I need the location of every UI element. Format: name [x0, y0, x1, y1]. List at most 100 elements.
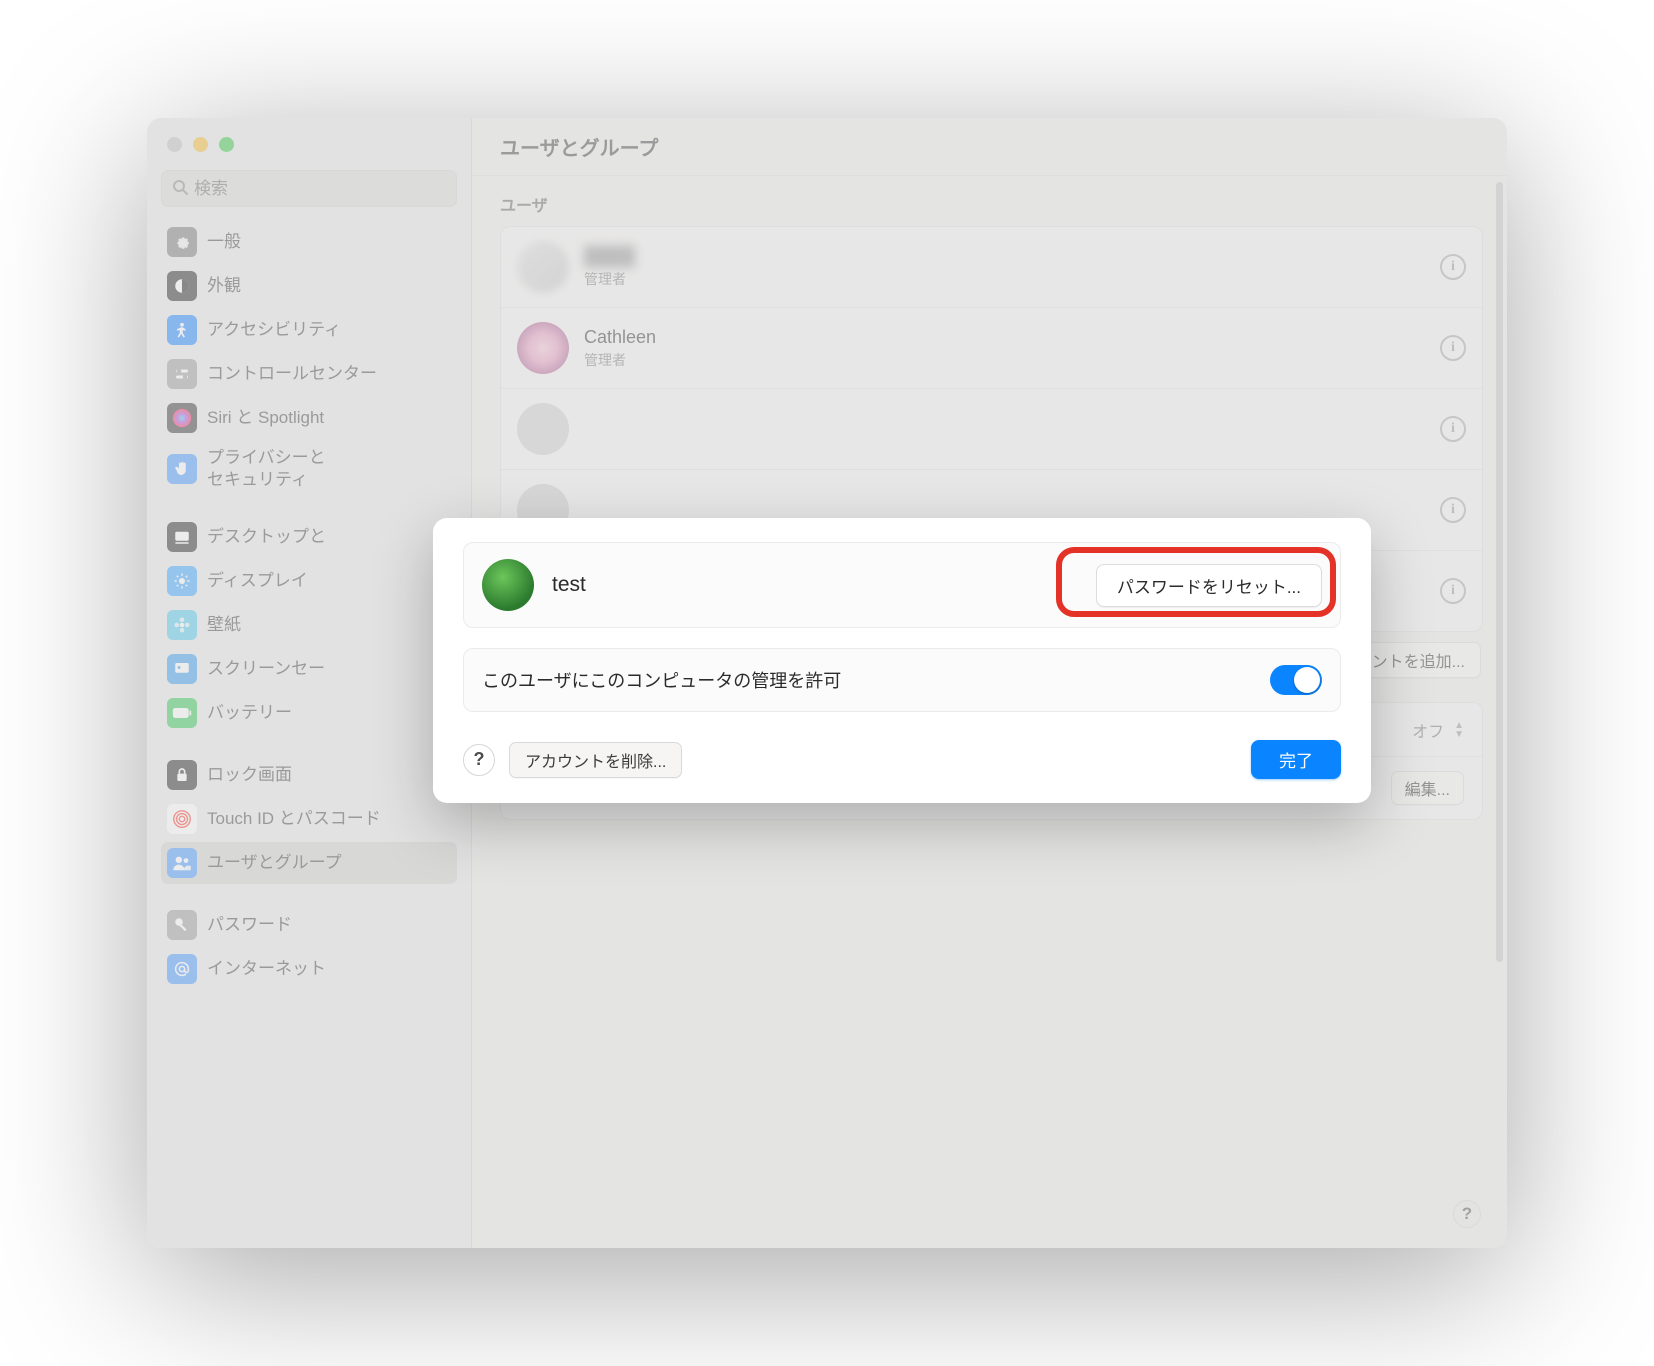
avatar	[517, 322, 569, 374]
user-row[interactable]: i	[501, 389, 1482, 470]
user-meta: ████管理者	[584, 246, 1440, 289]
allow-admin-label: このユーザにこのコンピュータの管理を許可	[482, 667, 841, 693]
sidebar-item-key[interactable]: パスワード	[161, 904, 457, 946]
edit-button[interactable]: 編集...	[1391, 771, 1464, 805]
user-meta	[584, 428, 1440, 430]
modal-user-name: test	[552, 573, 1096, 597]
sidebar-item-label: プライバシーとセキュリティ	[207, 447, 326, 490]
gear-icon	[167, 227, 197, 257]
at-icon	[167, 954, 197, 984]
avatar	[482, 559, 534, 611]
sidebar-item-switches[interactable]: コントロールセンター	[161, 353, 457, 395]
modal-admin-row: このユーザにこのコンピュータの管理を許可	[463, 648, 1341, 712]
sidebar-item-label: インターネット	[207, 958, 326, 979]
sidebar-item-lock[interactable]: ロック画面	[161, 754, 457, 796]
user-meta	[584, 509, 1440, 511]
desktop-icon	[167, 522, 197, 552]
auto-login-value: オフ	[1412, 718, 1444, 742]
sidebar-item-gear[interactable]: 一般	[161, 221, 457, 263]
scrollbar-thumb[interactable]	[1496, 182, 1503, 962]
key-icon	[167, 910, 197, 940]
user-row[interactable]: Cathleen管理者i	[501, 308, 1482, 389]
done-button[interactable]: 完了	[1251, 740, 1341, 779]
touchid-icon	[167, 804, 197, 834]
user-row[interactable]: ████管理者i	[501, 227, 1482, 308]
traffic-lights	[147, 118, 471, 170]
sidebar-list: 一般外観アクセシビリティコントロールセンター Siri と Spotlight プラ…	[161, 217, 457, 990]
modal-footer: ? アカウントを削除... 完了	[463, 740, 1341, 779]
contrast-icon	[167, 271, 197, 301]
screensaver-icon	[167, 654, 197, 684]
user-role: 管理者	[584, 350, 1440, 370]
search-input[interactable]	[194, 179, 446, 199]
sidebar-item-label: バッテリー	[207, 702, 292, 723]
switches-icon	[167, 359, 197, 389]
search-icon	[172, 179, 188, 199]
settings-window: 一般外観アクセシビリティコントロールセンター Siri と Spotlight プラ…	[147, 118, 1507, 1248]
sidebar-item-label: Touch ID とパスコード	[207, 808, 381, 829]
sidebar-item-label: パスワード	[207, 914, 292, 935]
sidebar-item-flower[interactable]: 壁紙	[161, 604, 457, 646]
auto-login-value-group: オフ ▲▼	[1412, 718, 1464, 742]
sidebar-item-sun[interactable]: ディスプレイ	[161, 560, 457, 602]
sidebar-item-label: 壁紙	[207, 614, 241, 635]
sidebar-item-desktop[interactable]: デスクトップと	[161, 516, 457, 558]
window-wrapper: 一般外観アクセシビリティコントロールセンター Siri と Spotlight プラ…	[147, 118, 1507, 1248]
avatar	[517, 241, 569, 293]
close-window-button[interactable]	[167, 137, 182, 152]
sidebar-item-label: コントロールセンター	[207, 363, 377, 384]
lock-icon	[167, 760, 197, 790]
sidebar-item-label: ディスプレイ	[207, 570, 308, 591]
modal-user-row: test パスワードをリセット...	[463, 542, 1341, 628]
sidebar-scroll: 一般外観アクセシビリティコントロールセンター Siri と Spotlight プラ…	[147, 217, 471, 1248]
minimize-window-button[interactable]	[193, 137, 208, 152]
user-detail-modal: test パスワードをリセット... このユーザにこのコンピュータの管理を許可 …	[433, 518, 1371, 803]
users-section-label: ユーザ	[500, 192, 1483, 216]
sidebar-item-screensaver[interactable]: スクリーンセー	[161, 648, 457, 690]
sidebar-item-label: Siri と Spotlight	[207, 407, 324, 428]
battery-icon	[167, 698, 197, 728]
info-icon[interactable]: i	[1440, 416, 1466, 442]
sidebar-item-at[interactable]: インターネット	[161, 948, 457, 990]
info-icon[interactable]: i	[1440, 497, 1466, 523]
sidebar-item-label: ロック画面	[207, 764, 292, 785]
info-icon[interactable]: i	[1440, 578, 1466, 604]
help-button[interactable]: ?	[463, 744, 495, 776]
user-meta: Cathleen管理者	[584, 327, 1440, 370]
sun-icon	[167, 566, 197, 596]
users-icon	[167, 848, 197, 878]
reset-password-button[interactable]: パスワードをリセット...	[1096, 564, 1322, 607]
user-name: ████	[584, 246, 1440, 267]
user-role: 管理者	[584, 269, 1440, 289]
sidebar-item-hand[interactable]: プライバシーとセキュリティ	[161, 441, 457, 496]
sidebar-item-users[interactable]: ユーザとグループ	[161, 842, 457, 884]
delete-account-button[interactable]: アカウントを削除...	[509, 742, 682, 778]
sidebar-item-contrast[interactable]: 外観	[161, 265, 457, 307]
sidebar-item-label: アクセシビリティ	[207, 319, 341, 340]
help-button[interactable]: ?	[1453, 1200, 1481, 1228]
info-icon[interactable]: i	[1440, 335, 1466, 361]
sidebar-item-figure[interactable]: アクセシビリティ	[161, 309, 457, 351]
sidebar-item-label: デスクトップと	[207, 526, 326, 547]
sidebar-item-label: スクリーンセー	[207, 658, 325, 679]
page-title: ユーザとグループ	[500, 132, 658, 161]
sidebar-item-siri[interactable]: Siri と Spotlight	[161, 397, 457, 439]
flower-icon	[167, 610, 197, 640]
sidebar-item-label: 外観	[207, 275, 241, 296]
main-header: ユーザとグループ	[472, 118, 1507, 176]
siri-icon	[167, 403, 197, 433]
updown-stepper-icon[interactable]: ▲▼	[1454, 721, 1464, 739]
maximize-window-button[interactable]	[219, 137, 234, 152]
allow-admin-toggle[interactable]	[1270, 665, 1322, 695]
sidebar-item-battery[interactable]: バッテリー	[161, 692, 457, 734]
info-icon[interactable]: i	[1440, 254, 1466, 280]
sidebar-item-label: 一般	[207, 231, 241, 252]
figure-icon	[167, 315, 197, 345]
sidebar-item-label: ユーザとグループ	[207, 852, 342, 873]
avatar	[517, 403, 569, 455]
search-container	[147, 170, 471, 217]
user-name: Cathleen	[584, 327, 1440, 348]
search-box[interactable]	[161, 170, 457, 207]
sidebar-item-touchid[interactable]: Touch ID とパスコード	[161, 798, 457, 840]
hand-icon	[167, 454, 197, 484]
